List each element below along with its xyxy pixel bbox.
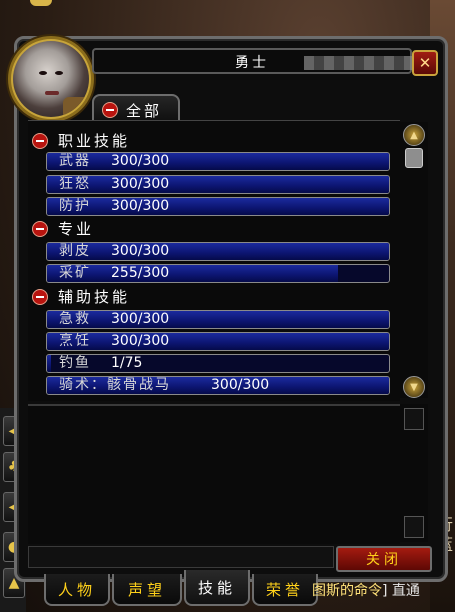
skill-row[interactable]: 武器 300/300: [46, 152, 390, 171]
skill-value: 255/300: [111, 265, 170, 281]
skill-progress-fill: [47, 198, 389, 215]
detail-scroll-up[interactable]: [404, 408, 424, 430]
skill-progress-fill: [47, 355, 52, 372]
scroll-up-icon[interactable]: ▲: [403, 124, 425, 146]
skill-progress-fill: [47, 243, 389, 260]
skill-row[interactable]: 钓鱼 1/75: [46, 354, 390, 373]
category-label: 专业: [58, 220, 95, 238]
skill-name: 骑术：骸骨战马: [59, 377, 171, 393]
skill-value: 300/300: [111, 333, 170, 349]
skill-name: 狂怒: [59, 176, 91, 192]
skill-row[interactable]: 狂怒 300/300: [46, 175, 390, 194]
skill-row[interactable]: 防护 300/300: [46, 197, 390, 216]
close-icon[interactable]: ✕: [412, 50, 438, 76]
skill-value: 300/300: [111, 198, 170, 214]
skill-name: 采矿: [59, 265, 91, 281]
redacted-name: [304, 56, 424, 70]
collapse-all-icon[interactable]: [102, 102, 118, 118]
skill-name: 剥皮: [59, 243, 91, 259]
skill-progress-fill: [47, 333, 389, 350]
tab-character[interactable]: 人物: [44, 574, 110, 606]
skill-name: 急救: [59, 311, 91, 327]
tab-skills[interactable]: 技能: [184, 570, 250, 606]
chat-link[interactable]: 图斯的命令: [312, 583, 382, 599]
filter-label: 全部: [126, 102, 163, 120]
skill-name: 钓鱼: [59, 355, 91, 371]
skill-value: 300/300: [211, 377, 270, 393]
skill-row[interactable]: 烹饪 300/300: [46, 332, 390, 351]
skill-row[interactable]: 采矿 255/300: [46, 264, 390, 283]
detail-scrollbar[interactable]: [400, 404, 428, 542]
skill-row[interactable]: 骑术：骸骨战马 300/300: [46, 376, 390, 395]
tab-honor[interactable]: 荣誉: [252, 574, 318, 606]
collapse-icon[interactable]: [32, 133, 48, 149]
skill-row[interactable]: 剥皮 300/300: [46, 242, 390, 261]
collapse-icon[interactable]: [32, 289, 48, 305]
game-screen: 行蓝 ◀ ♣ ◀ ● ▲ 勇士 ✕ 全部 ▲ ▼ 职业技能 武器 300/300…: [0, 0, 455, 612]
chat-suffix: ] 直通: [382, 583, 420, 599]
skill-detail-panel: [28, 404, 400, 544]
skill-progress-fill: [47, 176, 389, 193]
skill-name: 武器: [59, 153, 91, 169]
character-portrait: [13, 41, 89, 117]
scroll-down-icon[interactable]: ▼: [403, 376, 425, 398]
skill-progress-fill: [47, 153, 389, 170]
skill-name: 烹饪: [59, 333, 91, 349]
category-label: 辅助技能: [58, 288, 131, 306]
title-bar: 勇士: [92, 48, 424, 74]
skill-name: 防护: [59, 198, 91, 214]
tab-reputation[interactable]: 声望: [112, 574, 182, 606]
skill-progress-fill: [47, 311, 389, 328]
chat-message: 图斯的命令] 直通: [312, 580, 420, 600]
skill-value: 300/300: [111, 243, 170, 259]
skill-value: 1/75: [111, 355, 143, 371]
scroll-thumb[interactable]: [405, 148, 423, 168]
detail-scroll-down[interactable]: [404, 516, 424, 538]
category-label: 职业技能: [58, 132, 131, 150]
close-button[interactable]: 关闭: [336, 546, 432, 572]
skill-value: 300/300: [111, 153, 170, 169]
skill-value: 300/300: [111, 176, 170, 192]
minimap-icon: [30, 0, 52, 6]
skill-value: 300/300: [111, 311, 170, 327]
status-bar: [28, 546, 334, 568]
skill-row[interactable]: 急救 300/300: [46, 310, 390, 329]
collapse-icon[interactable]: [32, 221, 48, 237]
